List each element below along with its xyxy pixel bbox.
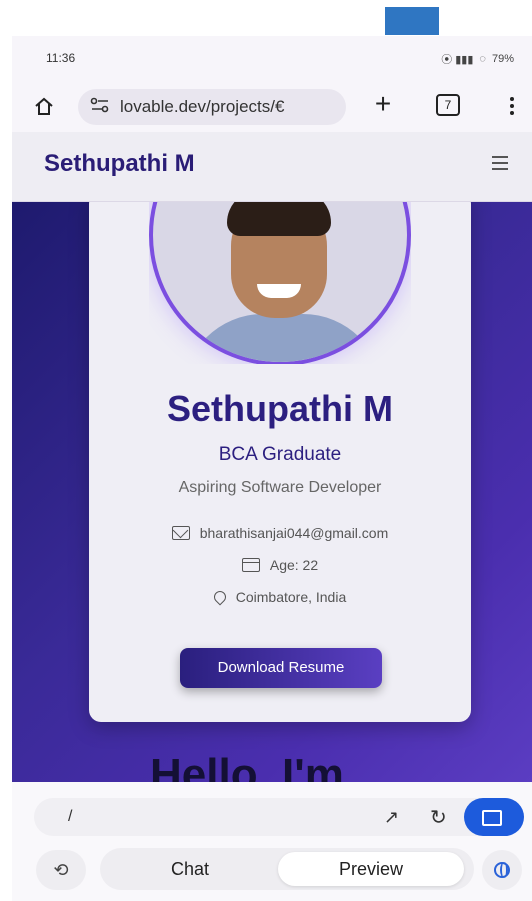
status-icons: ⦿ ▮▮▮ ◌ 79% <box>441 51 514 67</box>
site-title[interactable]: Sethupathi M <box>44 150 195 178</box>
location-row: Coimbatore, India <box>89 588 471 606</box>
profile-name: Sethupathi M <box>167 388 393 429</box>
profile-card: Sethupathi M BCA Graduate Aspiring Softw… <box>89 202 471 722</box>
globe-icon[interactable] <box>482 850 522 890</box>
screenshot-frame: 11:36 ⦿ ▮▮▮ ◌ 79% lovable.dev/projects/€… <box>0 0 532 901</box>
location-pin-icon <box>211 588 229 606</box>
hello-heading: Hello, I'm <box>150 750 344 782</box>
profile-tagline: Aspiring Software Developer <box>178 479 382 496</box>
url-text[interactable]: lovable.dev/projects/€ <box>120 97 284 117</box>
age-row: Age: 22 <box>89 557 471 573</box>
email-text[interactable]: bharathisanjai044@gmail.com <box>200 525 389 541</box>
site-header: Sethupathi M <box>12 132 532 202</box>
battery-level: 79% <box>491 53 514 65</box>
hero-section: Sethupathi M BCA Graduate Aspiring Softw… <box>12 202 532 782</box>
history-icon[interactable]: ⟲ <box>36 850 86 890</box>
phone-screen: 11:36 ⦿ ▮▮▮ ◌ 79% lovable.dev/projects/€… <box>12 36 532 901</box>
site-settings-icon[interactable] <box>90 97 110 118</box>
status-bar: 11:36 ⦿ ▮▮▮ ◌ 79% <box>12 36 532 82</box>
overlay-blue-block <box>385 7 439 35</box>
home-icon[interactable] <box>30 92 58 120</box>
more-vert-icon[interactable] <box>506 92 518 120</box>
signal-icon: ⦿ ▮▮▮ <box>441 54 474 66</box>
avatar <box>149 202 411 364</box>
lovable-bottom-bar: / ↗ ↻ ⟲ Chat Preview <box>12 782 532 901</box>
hamburger-icon[interactable] <box>492 156 508 170</box>
email-row[interactable]: bharathisanjai044@gmail.com <box>89 525 471 541</box>
browser-toolbar: lovable.dev/projects/€ + 7 <box>12 82 532 132</box>
avatar-shirt <box>183 314 383 362</box>
avatar-hair <box>227 202 331 236</box>
avatar-circle <box>149 202 411 364</box>
address-bar[interactable]: lovable.dev/projects/€ <box>78 89 346 125</box>
chat-preview-toggle: Chat Preview <box>100 848 474 890</box>
profile-degree: BCA Graduate <box>218 444 342 465</box>
preview-path[interactable]: / <box>68 808 72 826</box>
plus-icon[interactable]: + <box>368 90 398 120</box>
battery-icon: ◌ <box>479 53 486 65</box>
location-text: Coimbatore, India <box>235 589 347 605</box>
refresh-icon[interactable]: ↻ <box>430 805 447 830</box>
calendar-icon <box>241 558 260 572</box>
tab-preview[interactable]: Preview <box>278 852 464 886</box>
mail-icon <box>171 526 190 540</box>
open-external-icon[interactable]: ↗ <box>384 807 399 828</box>
preview-path-bar: / ↗ ↻ <box>34 798 524 836</box>
device-preview-icon[interactable] <box>464 798 524 836</box>
age-text: Age: 22 <box>269 557 319 573</box>
tabs-icon[interactable]: 7 <box>436 94 460 116</box>
tab-chat[interactable]: Chat <box>110 852 270 886</box>
download-resume-button[interactable]: Download Resume <box>180 648 382 688</box>
status-time: 11:36 <box>46 51 76 65</box>
